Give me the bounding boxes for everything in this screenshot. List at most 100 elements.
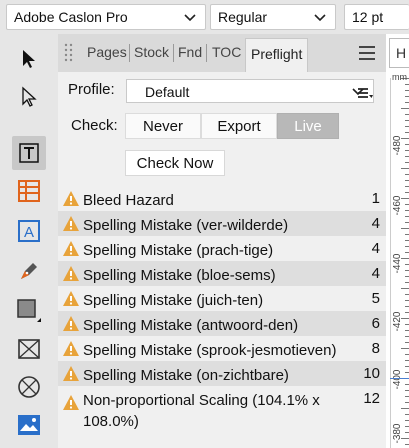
check-now-button[interactable]: Check Now (125, 150, 225, 176)
check-export-button[interactable]: Export (201, 113, 277, 139)
table-tool-icon (18, 180, 40, 202)
ruler-tick (405, 372, 409, 373)
issue-count: 8 (371, 340, 380, 357)
issue-text: Spelling Mistake (sprook-jesmotieven) (83, 342, 337, 359)
ruler-label: -480 (392, 135, 403, 156)
preflight-panel: Pages Stock Fnd TOC Preflight Profile: D… (58, 34, 386, 448)
ruler-tick (405, 390, 409, 391)
ruler-tick (405, 306, 409, 307)
ruler-tick (405, 312, 409, 313)
panel-tab-bar: Pages Stock Fnd TOC Preflight (58, 34, 386, 72)
profile-options-icon[interactable] (357, 86, 373, 100)
list-item[interactable]: Spelling Mistake (juich-ten) 5 (58, 286, 386, 311)
ruler-tick (405, 360, 409, 361)
panel-menu-icon[interactable] (358, 45, 376, 61)
list-item[interactable]: Spelling Mistake (prach-tige) 4 (58, 236, 386, 261)
issue-text: Bleed Hazard (83, 192, 174, 209)
drag-grip-icon[interactable] (62, 41, 76, 65)
ruler-label: -460 (392, 195, 403, 216)
ruler-tick (405, 96, 409, 97)
ruler-tick (405, 204, 409, 205)
picture-frame-ellipse-icon (18, 376, 40, 398)
move-tool[interactable] (12, 42, 46, 76)
issue-text: Spelling Mistake (bloe-sems) (83, 267, 276, 284)
ruler-tick (405, 324, 409, 325)
node-tool[interactable] (12, 80, 46, 114)
ruler-tick (405, 84, 409, 85)
frame-text-tool[interactable]: A (12, 214, 46, 248)
ruler-guide-marker (390, 378, 409, 379)
list-item[interactable]: Bleed Hazard 1 (58, 186, 386, 211)
issue-count: 4 (371, 215, 380, 232)
tab-preflight[interactable]: Preflight (245, 38, 308, 72)
place-image-tool[interactable] (12, 408, 46, 442)
list-item[interactable]: Spelling Mistake (antwoord-den) 6 (58, 311, 386, 336)
ruler-tick (405, 150, 409, 151)
list-item[interactable]: Spelling Mistake (ver-wilderde) 4 (58, 211, 386, 236)
ruler-tick (405, 384, 409, 385)
issue-text: Spelling Mistake (on-zichtbare) (83, 367, 289, 384)
check-label: Check: (71, 117, 118, 134)
tab-stock[interactable]: Stock (134, 44, 169, 60)
ruler-tick (405, 282, 409, 283)
ruler-tick (401, 108, 409, 109)
tab-fnd[interactable]: Fnd (178, 44, 202, 60)
list-item[interactable]: Non-proportional Scaling (104.1% x 108.0… (58, 386, 386, 432)
tools-panel: A (0, 34, 58, 448)
ruler-tick (405, 246, 409, 247)
picture-frame-rect-tool[interactable] (12, 332, 46, 366)
picture-frame-ellipse-tool[interactable] (12, 370, 46, 404)
warning-icon (63, 366, 79, 381)
picture-frame-rect-icon (18, 339, 40, 359)
ruler-tick (405, 240, 409, 241)
ruler-tick (405, 402, 409, 403)
list-item[interactable]: Spelling Mistake (sprook-jesmotieven) 8 (58, 336, 386, 361)
issue-text: Non-proportional Scaling (104.1% x 108.0… (83, 392, 320, 430)
issue-text: Spelling Mistake (antwoord-den) (83, 317, 299, 334)
check-live-button[interactable]: Live (277, 113, 339, 139)
ruler-tick (405, 414, 409, 415)
tab-separator (129, 44, 130, 62)
ruler-tick (401, 228, 409, 229)
font-style-dropdown[interactable]: Regular (210, 4, 336, 30)
ruler-tick (405, 264, 409, 265)
frame-text-tool-icon: A (18, 220, 40, 242)
ruler-tick (405, 294, 409, 295)
issue-count: 6 (371, 315, 380, 332)
table-tool[interactable] (12, 174, 46, 208)
chevron-down-icon (314, 14, 326, 22)
issue-count: 12 (363, 390, 380, 407)
tab-separator (206, 44, 207, 62)
ruler-tick (405, 336, 409, 337)
ruler-tick (405, 252, 409, 253)
ruler-tick (405, 366, 409, 367)
warning-icon (63, 191, 79, 206)
ruler-tick (405, 162, 409, 163)
ruler-tick (405, 276, 409, 277)
font-family-dropdown[interactable]: Adobe Caslon Pro (6, 4, 206, 30)
rectangle-tool[interactable] (12, 294, 46, 328)
font-size-field[interactable]: 12 pt (344, 4, 409, 30)
document-tab[interactable]: H (389, 38, 409, 68)
warning-icon (63, 291, 79, 306)
pen-tool[interactable] (12, 254, 46, 288)
list-item[interactable]: Spelling Mistake (bloe-sems) 4 (58, 261, 386, 286)
ruler-tick (401, 168, 409, 169)
warning-icon (63, 395, 79, 410)
ruler-tick (405, 396, 409, 397)
ruler-tick (405, 192, 409, 193)
warning-icon (63, 341, 79, 356)
profile-dropdown[interactable]: Default (126, 79, 374, 103)
check-never-button[interactable]: Never (125, 113, 201, 139)
list-item[interactable]: Spelling Mistake (on-zichtbare) 10 (58, 361, 386, 386)
issue-text: Spelling Mistake (prach-tige) (83, 242, 274, 259)
issue-text: Spelling Mistake (juich-ten) (83, 292, 264, 309)
ruler-tick (401, 348, 409, 349)
tab-toc[interactable]: TOC (212, 44, 241, 60)
app-window: Adobe Caslon Pro Regular 12 pt A Pages S… (0, 0, 409, 448)
font-family-value: Adobe Caslon Pro (14, 9, 128, 25)
warning-icon (63, 316, 79, 331)
ruler-tick (405, 174, 409, 175)
tab-pages[interactable]: Pages (87, 44, 127, 60)
text-tool[interactable] (12, 136, 46, 170)
